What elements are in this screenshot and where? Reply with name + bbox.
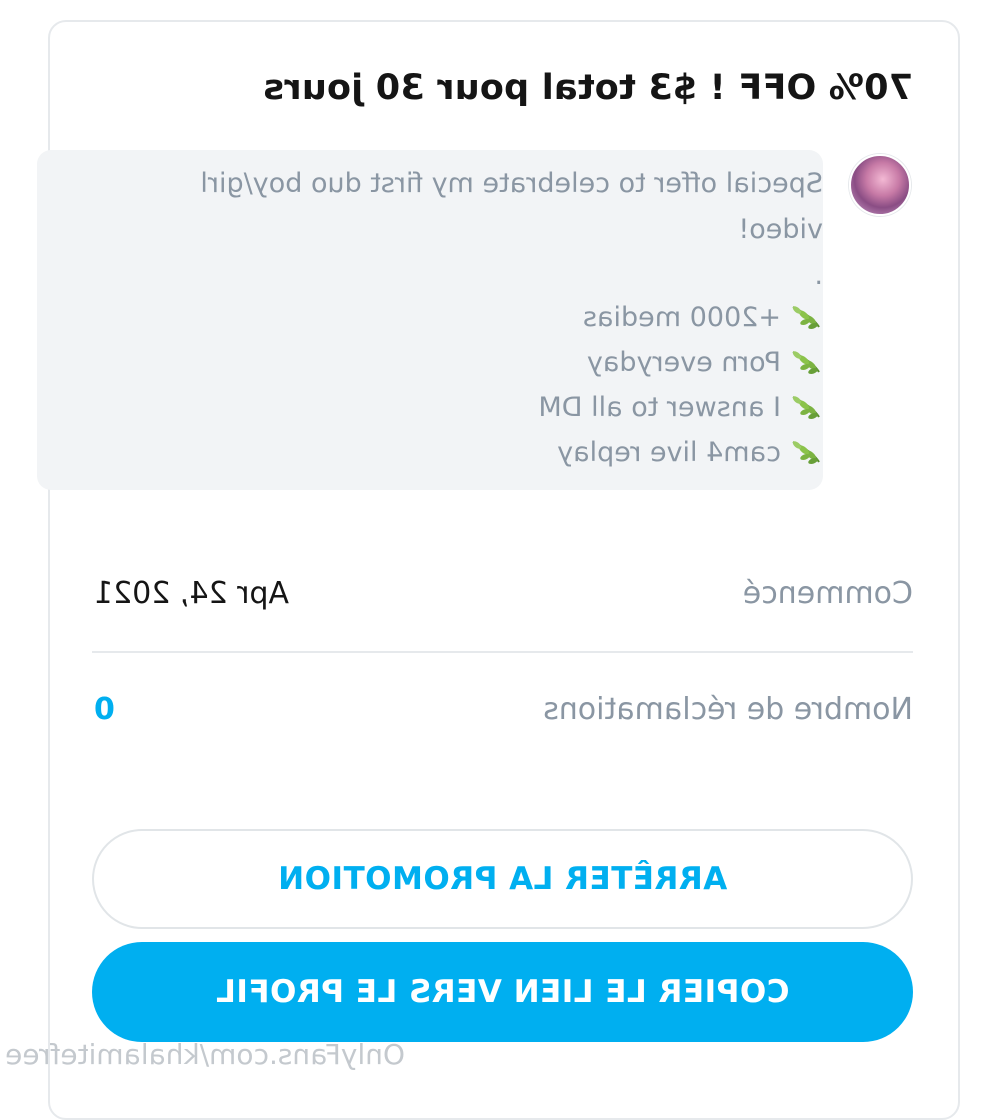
started-date: Apr 24, 2021 [94, 576, 290, 611]
promotion-message: Special offer to celebrate my first duo … [37, 150, 823, 490]
message-separator: . [814, 260, 823, 291]
mirrored-screen: 70% OFF ! $3 total pour 30 jours Special… [0, 0, 1005, 1120]
bullet-label: I answer to all DM [538, 392, 781, 423]
divider [92, 651, 913, 653]
promotion-title: 70% OFF ! $3 total pour 30 jours [263, 68, 913, 108]
herb-icon [792, 396, 820, 419]
herb-icon [792, 441, 820, 464]
claims-label: Nombre de réclamations [543, 692, 913, 727]
herb-icon [792, 351, 820, 374]
claims-count[interactable]: 0 [94, 692, 115, 727]
herb-icon [792, 306, 820, 329]
bullet-item: +2000 medias [583, 302, 823, 333]
bullet-item: Porn everyday [587, 347, 823, 378]
bullet-label: +2000 medias [582, 302, 781, 333]
message-line: video! [738, 214, 823, 245]
started-label: Commencé [742, 576, 913, 611]
bullet-item: I answer to all DM [538, 392, 823, 423]
bullet-label: cam4 live replay [557, 437, 781, 468]
message-line: Special offer to celebrate my first duo … [200, 168, 823, 199]
bullet-label: Porn everyday [586, 347, 781, 378]
bullet-item: cam4 live replay [557, 437, 823, 468]
copy-profile-link-button[interactable]: COPIER LE LIEN VERS LE PROFIL [92, 942, 913, 1042]
avatar[interactable] [849, 154, 911, 216]
stop-promotion-button[interactable]: ARRÊTER LA PROMOTION [92, 829, 913, 929]
watermark: OnlyFans.com/khalamitefree [5, 1038, 405, 1071]
